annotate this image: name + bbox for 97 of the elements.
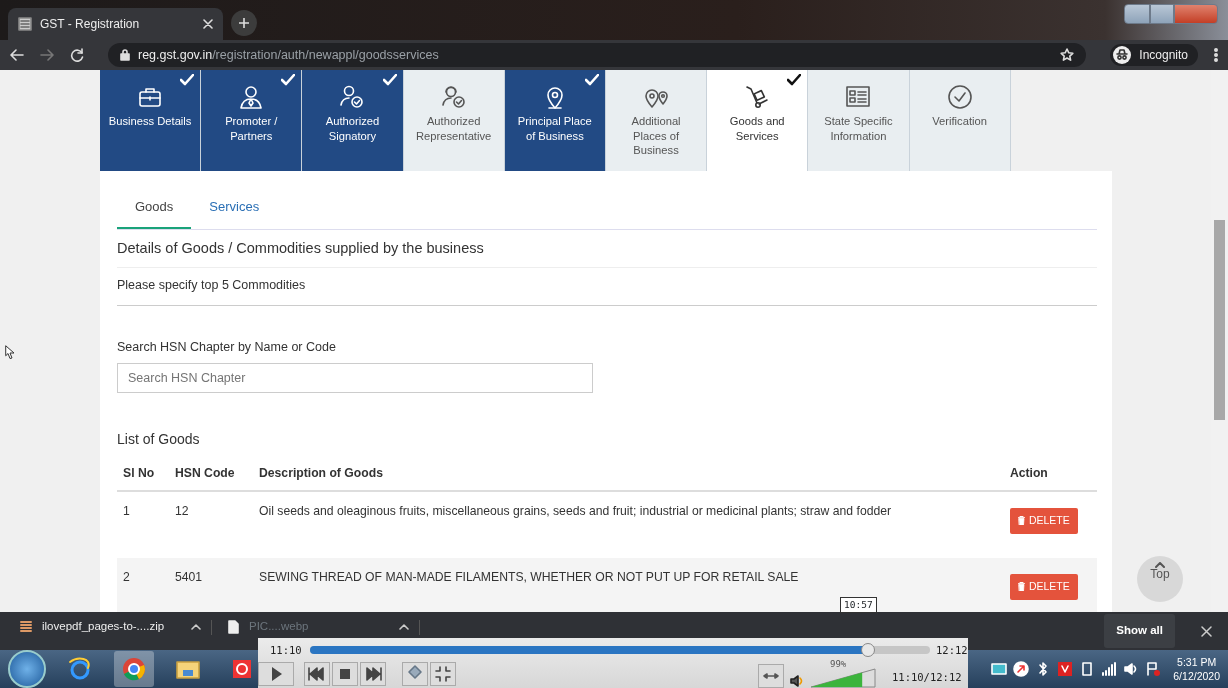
table-cell: 1 xyxy=(117,491,169,558)
field-label: Search HSN Chapter by Name or Code xyxy=(117,339,337,356)
time-readout: 11:10/12:12 xyxy=(892,670,962,686)
arrow-circle-icon[interactable] xyxy=(1013,661,1030,677)
address-bar[interactable]: reg.gst.gov.in/registration/auth/newappl/goodsservices xyxy=(108,43,1087,67)
step-label: Promoter / Partners xyxy=(224,114,279,144)
trash-icon xyxy=(1017,582,1025,592)
hand-truck-icon xyxy=(744,84,771,110)
incognito-icon xyxy=(1113,46,1132,64)
section-title: Details of Goods / Commodities supplied by the business xyxy=(117,229,1097,269)
list-title: List of Goods xyxy=(117,429,201,449)
flag-icon[interactable] xyxy=(1145,661,1162,677)
download-item[interactable]: ilovepdf_pages-to-....zip xyxy=(20,619,212,635)
seek-thumb[interactable] xyxy=(861,643,875,657)
column-header: Action xyxy=(1003,455,1097,492)
delete-button[interactable]: DELETE xyxy=(1009,573,1078,600)
step-tab[interactable]: Goods and Services xyxy=(707,70,809,171)
step-label: Verification xyxy=(931,114,988,129)
close-icon[interactable] xyxy=(1201,625,1212,637)
page-icon xyxy=(18,17,32,31)
step-tab[interactable]: Additional Places of Business xyxy=(605,70,708,171)
table-cell: 5401 xyxy=(169,557,253,612)
cursor-icon xyxy=(5,345,15,359)
instruction-text: Please specify top 5 Commodities xyxy=(117,268,1097,306)
step-label: Goods and Services xyxy=(728,114,786,144)
file-name: PIC....webp xyxy=(249,619,309,635)
tab-title: GST - Registration xyxy=(40,16,141,33)
step-tab[interactable]: Verification xyxy=(909,70,1011,171)
column-header: HSN Code xyxy=(169,455,253,492)
maximize-button[interactable] xyxy=(1150,4,1174,24)
form-icon xyxy=(845,84,872,110)
new-tab-button[interactable] xyxy=(231,10,257,36)
step-label: Authorized Signatory xyxy=(324,114,381,144)
back-icon[interactable] xyxy=(10,48,24,62)
reload-icon[interactable] xyxy=(70,48,84,62)
show-all-button[interactable]: Show all xyxy=(1104,614,1175,648)
media-button[interactable] xyxy=(258,662,294,686)
column-header: Sl No xyxy=(117,455,169,492)
media-button[interactable] xyxy=(332,662,358,686)
check-circle-icon xyxy=(946,84,973,110)
chrome-icon xyxy=(121,656,147,682)
caret-up-icon[interactable] xyxy=(191,624,201,630)
forward-icon[interactable] xyxy=(40,48,54,62)
taskbar-app[interactable] xyxy=(114,651,154,687)
more-icon[interactable] xyxy=(1214,48,1218,62)
person-icon xyxy=(238,84,265,110)
table-cell: 2 xyxy=(117,557,169,612)
elapsed-time: 11:10 xyxy=(270,643,302,658)
step-label: Principal Place of Business xyxy=(516,114,593,144)
archive-icon xyxy=(20,620,32,634)
url-text: reg.gst.gov.in/registration/auth/newappl/goodsservices xyxy=(138,46,439,64)
step-tab[interactable]: State Specific Information xyxy=(808,70,910,171)
delete-button[interactable]: DELETE xyxy=(1009,508,1078,534)
clock-date: 6/12/2020 xyxy=(1173,669,1220,684)
step-tab[interactable]: Business Details xyxy=(100,70,202,171)
step-label: State Specific Information xyxy=(823,114,894,144)
signal-icon[interactable] xyxy=(1101,661,1118,677)
step-tab[interactable]: Authorized Signatory xyxy=(302,70,404,171)
step-tab[interactable]: Promoter / Partners xyxy=(201,70,303,171)
step-label: Additional Places of Business xyxy=(630,114,682,158)
step-tab[interactable]: Principal Place of Business xyxy=(504,70,606,171)
browser-globe-icon xyxy=(67,656,93,682)
table-cell: Oil seeds and oleaginous fruits, miscellaneous grains, seeds and fruit; industrial or medicinal plants; straw and fodder xyxy=(253,491,1004,558)
browser-tab[interactable]: GST - Registration xyxy=(8,8,223,40)
media-button[interactable] xyxy=(304,662,330,686)
caret-up-icon[interactable] xyxy=(399,624,409,630)
tab[interactable]: Services xyxy=(191,189,278,229)
total-time: 12:12 xyxy=(936,643,968,658)
star-icon[interactable] xyxy=(1060,48,1075,62)
trash-icon xyxy=(1017,516,1025,526)
column-header: Description of Goods xyxy=(253,455,1004,492)
tab[interactable]: Goods xyxy=(117,189,192,229)
step-label: Authorized Representative xyxy=(415,114,493,144)
speaker-icon[interactable] xyxy=(790,674,804,688)
caret-up-icon xyxy=(1155,562,1165,568)
close-icon[interactable] xyxy=(203,19,213,29)
clock-time: 5:31 PM xyxy=(1176,654,1218,669)
person-check-icon xyxy=(339,84,366,110)
step-tab[interactable]: Authorized Representative xyxy=(403,70,505,171)
media-button[interactable] xyxy=(360,662,386,686)
volume-reading: 99% xyxy=(830,658,847,671)
file-name: ilovepdf_pages-to-....zip xyxy=(42,619,165,635)
search-field[interactable]: Search HSN Chapter xyxy=(117,362,593,393)
media-button[interactable] xyxy=(402,662,428,686)
step-label: Business Details xyxy=(108,114,193,129)
time-tooltip: 10:57 xyxy=(840,597,877,614)
table-cell: 12 xyxy=(169,491,253,558)
lock-icon xyxy=(120,49,130,61)
scroll-top-button[interactable]: Top xyxy=(1137,556,1183,602)
headset-person-icon xyxy=(440,84,467,110)
file-icon xyxy=(228,620,239,634)
media-button[interactable] xyxy=(430,662,456,686)
minimize-button[interactable] xyxy=(1124,4,1150,24)
plus-icon xyxy=(239,18,249,28)
start-button[interactable] xyxy=(8,650,46,688)
media-button[interactable] xyxy=(758,664,784,688)
profile-button[interactable]: Incognito xyxy=(1110,44,1198,66)
